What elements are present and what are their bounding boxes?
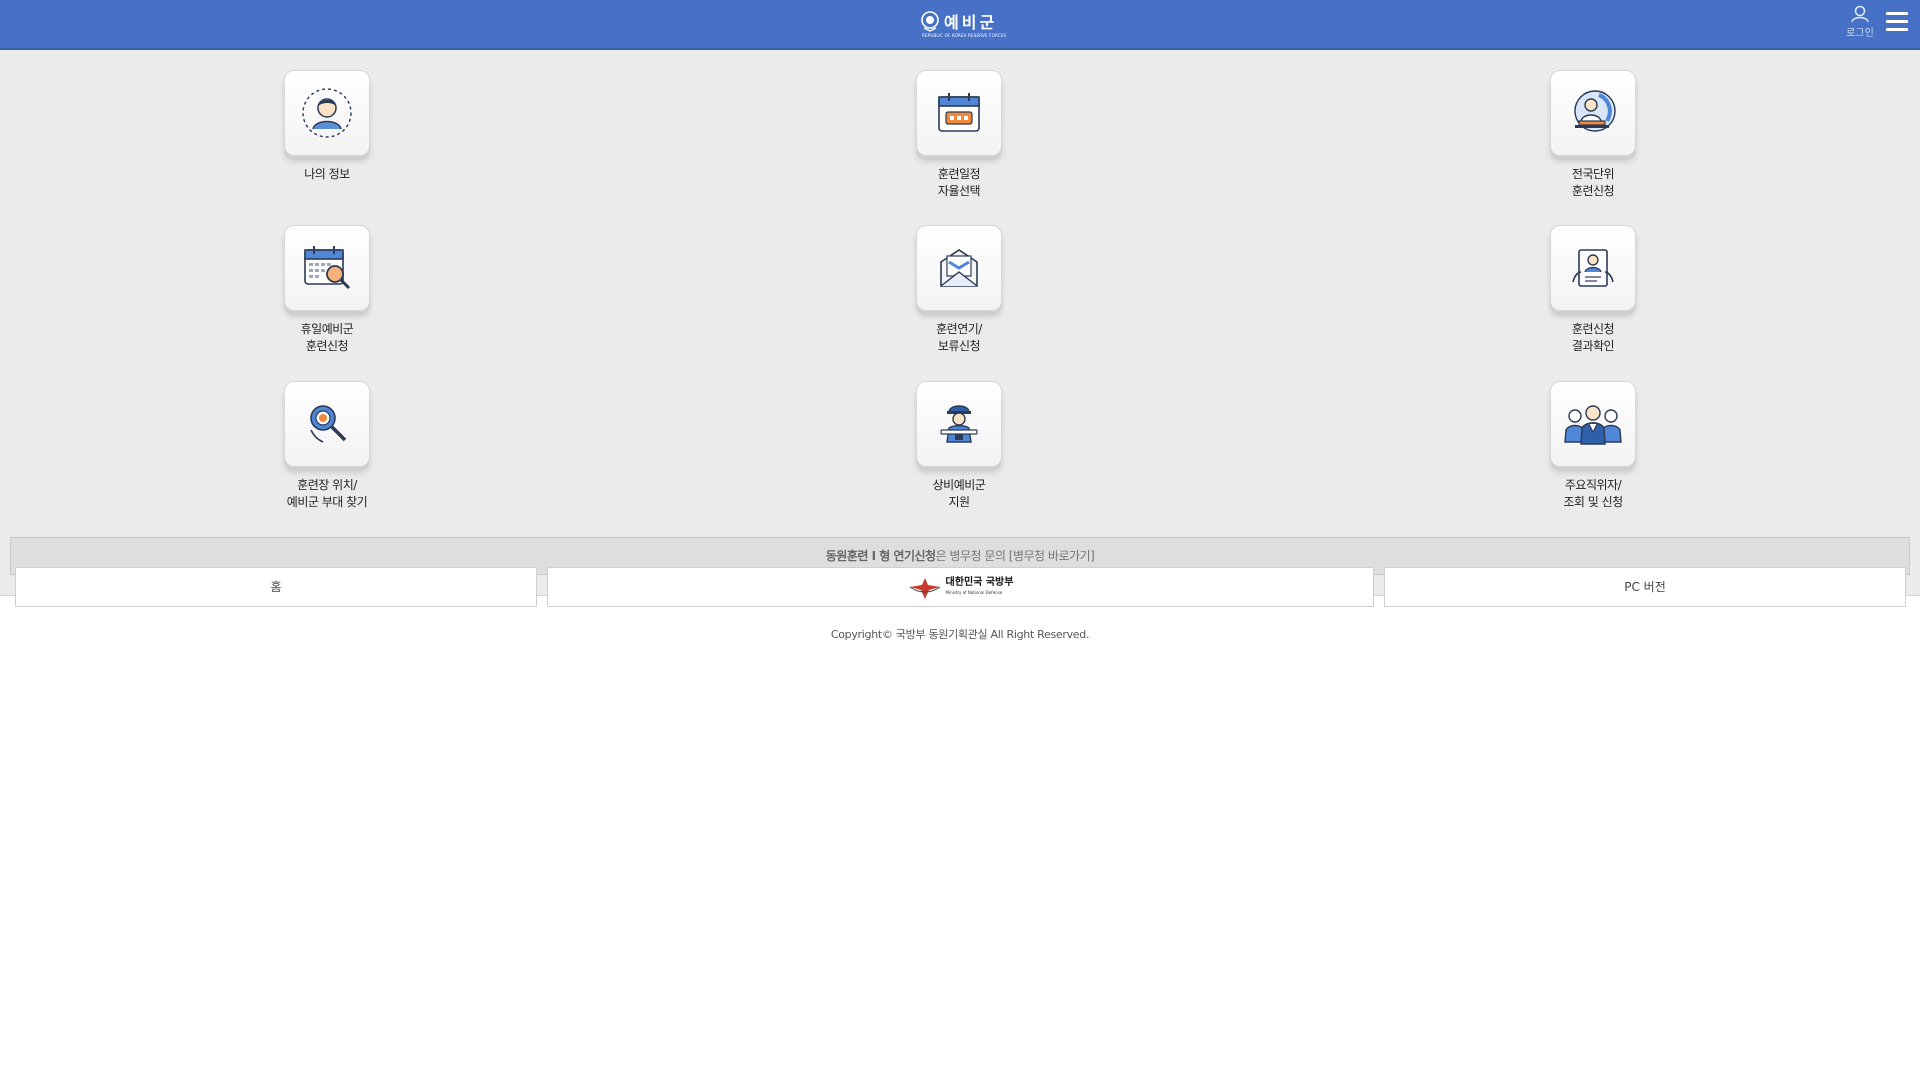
tile-label-line: 훈련일정: [937, 167, 981, 181]
tile-label-line: 전국단위: [1571, 167, 1615, 181]
tile-nationwide-training[interactable]: 전국단위 훈련신청: [1533, 70, 1653, 200]
logo-title: 예비군: [944, 13, 998, 32]
user-icon: [1851, 5, 1869, 23]
tile-label: 주요직위자/ 조회 및 신청: [1533, 477, 1653, 511]
notice-strong: 동원훈련 I 형 연기신청: [825, 549, 936, 563]
menu-bar: [1886, 28, 1908, 31]
mnd-korean: 대한민국 국방부: [945, 576, 1014, 588]
tile-label-line: 보류신청: [937, 339, 981, 353]
tile-label: 훈련장 위치/ 예비군 부대 찾기: [267, 477, 387, 511]
tile-label-line: 조회 및 신청: [1563, 495, 1623, 509]
tile-label-line: 훈련신청: [1571, 184, 1615, 198]
tile-result-check[interactable]: 훈련신청 결과확인: [1533, 225, 1653, 355]
tile-label-line: 휴일예비군: [300, 322, 354, 336]
tile-label-line: 결과확인: [1571, 339, 1615, 353]
group-people-icon: [1550, 381, 1636, 467]
tile-label: 훈련연기/ 보류신청: [899, 321, 1019, 355]
tile-label-line: 자율선택: [937, 184, 981, 198]
tile-location-search[interactable]: 훈련장 위치/ 예비군 부대 찾기: [267, 381, 387, 511]
tile-holiday-training[interactable]: 휴일예비군 훈련신청: [267, 225, 387, 355]
tile-label-line: 예비군 부대 찾기: [286, 495, 368, 509]
tile-label: 훈련신청 결과확인: [1533, 321, 1653, 355]
login-label: 로그인: [1846, 28, 1874, 39]
menu-bar: [1886, 20, 1908, 23]
mnd-logo-button[interactable]: 대한민국 국방부 Ministry of National Defense: [547, 567, 1374, 607]
mnd-emblem-icon: [909, 577, 940, 599]
envelope-icon: [916, 225, 1002, 311]
main-menu: 나의 정보 훈련일정 자율선택 전국단위 훈련신청 휴일예비군 훈련신청 훈련연…: [0, 50, 1920, 596]
tile-standing-reserve[interactable]: 상비예비군 지원: [899, 381, 1019, 511]
logo-subtitle: REPUBLIC OF KOREA RESERVE FORCES: [922, 33, 1007, 38]
tile-label: 휴일예비군 훈련신청: [267, 321, 387, 355]
mma-link[interactable]: [병무청 바로가기]: [1009, 549, 1095, 563]
hamburger-menu-button[interactable]: [1886, 12, 1908, 34]
pc-version-label: PC 버전: [1624, 580, 1666, 594]
tile-schedule-select[interactable]: 훈련일정 자율선택: [899, 70, 1019, 200]
home-label: 홈: [270, 580, 282, 594]
tile-my-info[interactable]: 나의 정보: [267, 70, 387, 183]
emblem-icon: [921, 11, 939, 32]
tile-label: 나의 정보: [267, 166, 387, 183]
tile-label-line: 지원: [948, 495, 970, 509]
calendar-search-icon: [284, 225, 370, 311]
tile-label-line: 훈련신청: [305, 339, 349, 353]
tile-label: 상비예비군 지원: [899, 477, 1019, 511]
tile-label-line: 훈련신청: [1571, 322, 1615, 336]
copyright: Copyright© 국방부 동원기획관실 All Right Reserved…: [830, 628, 1090, 641]
tile-label-line: 상비예비군: [932, 478, 986, 492]
tile-label-line: 주요직위자/: [1564, 478, 1622, 492]
location-search-icon: [284, 381, 370, 467]
home-button[interactable]: 홈: [15, 567, 537, 607]
tile-key-officials[interactable]: 주요직위자/ 조회 및 신청: [1533, 381, 1653, 511]
login-button[interactable]: 로그인: [1838, 5, 1882, 39]
header: 예비군 REPUBLIC OF KOREA RESERVE FORCES 로그인: [0, 0, 1920, 50]
calendar-icon: [916, 70, 1002, 156]
mnd-english: Ministry of National Defense: [945, 589, 1003, 595]
mnd-logo: 대한민국 국방부 Ministry of National Defense: [908, 575, 1014, 601]
pc-version-button[interactable]: PC 버전: [1384, 567, 1906, 607]
reserve-forces-logo[interactable]: 예비군 REPUBLIC OF KOREA RESERVE FORCES: [920, 8, 1006, 40]
notice-text: 은 병무청 문의: [935, 549, 1006, 563]
soldier-icon: [916, 381, 1002, 467]
my-info-icon: [284, 70, 370, 156]
tile-label-line: 훈련연기/: [936, 322, 982, 336]
tile-label: 훈련일정 자율선택: [899, 166, 1019, 200]
menu-bar: [1886, 12, 1908, 15]
person-document-icon: [1550, 225, 1636, 311]
tile-label: 전국단위 훈련신청: [1533, 166, 1653, 200]
tile-postpone-request[interactable]: 훈련연기/ 보류신청: [899, 225, 1019, 355]
tile-label-line: 훈련장 위치/: [297, 478, 357, 492]
globe-person-icon: [1550, 70, 1636, 156]
tile-label-line: 나의 정보: [304, 167, 350, 181]
